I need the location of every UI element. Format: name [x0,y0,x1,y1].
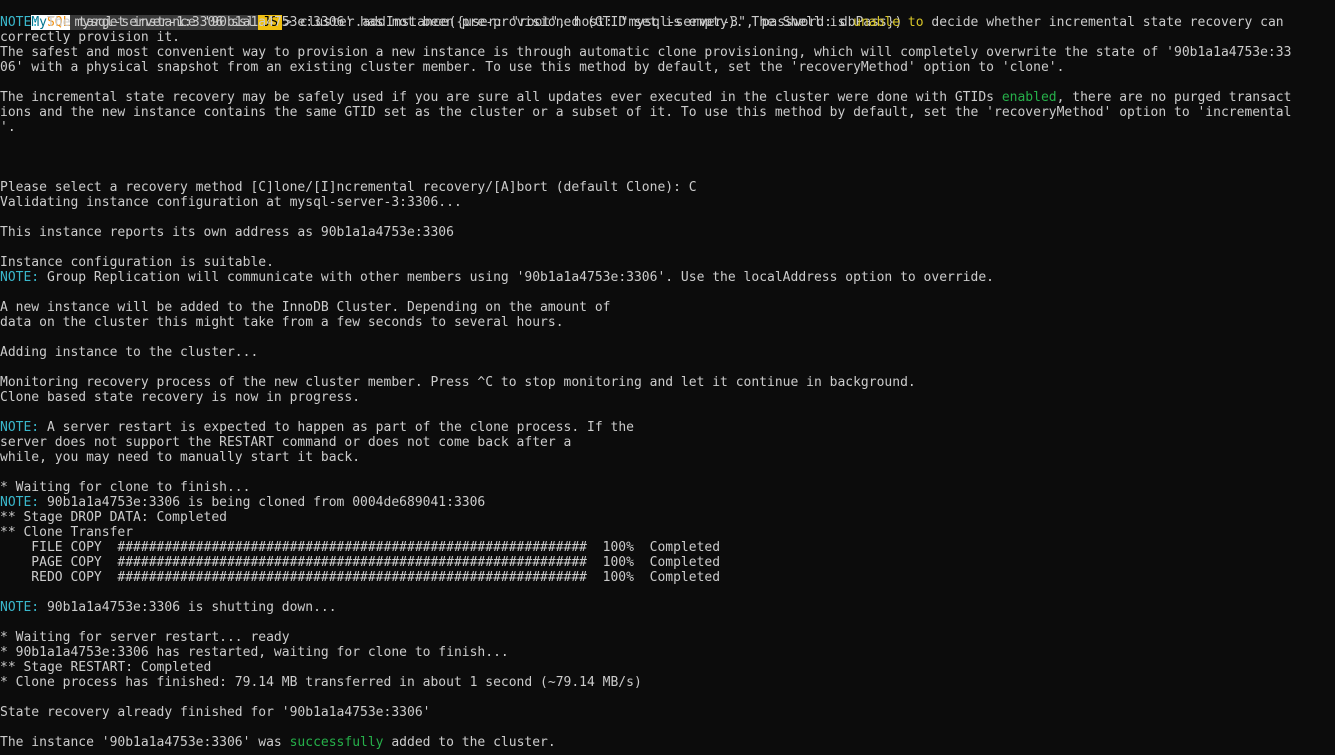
output-text: The instance '90b1a1a4753e:3306' was [0,735,290,750]
output-text: while, you may need to manually start it… [0,450,361,465]
output-text: server does not support the RESTART comm… [0,435,572,450]
output-text: ** Clone Transfer [0,525,134,540]
output-text: A server restart is expected to happen a… [39,420,634,435]
output-line: Adding instance to the cluster... [0,345,258,360]
output-line: FILE COPY ##############################… [0,540,720,555]
output-line: Please select a recovery method [C]lone/… [0,180,697,195]
output-line: while, you may need to manually start it… [0,450,360,465]
output-text: * Clone process has finished: 79.14 MB t… [0,675,642,690]
shell-prompt-line[interactable]: MySQL mysql-server-1:3306 ssl JS > cluster.… [0,0,902,30]
output-line: '. [0,120,16,135]
output-text: decide whether incremental state recover… [923,15,1284,30]
output-text: FILE COPY ##############################… [0,540,721,555]
output-line: * Waiting for server restart... ready [0,630,290,645]
output-line: State recovery already finished for '90b… [0,705,430,720]
output-line: correctly provision it. [0,30,180,45]
output-line: Monitoring recovery process of the new c… [0,375,916,390]
note-label: NOTE: [0,270,40,285]
output-text: ** Stage RESTART: Completed [0,660,212,675]
output-line: NOTE: Group Replication will communicate… [0,270,994,285]
output-text: Adding instance to the cluster... [0,345,259,360]
output-text: 90b1a1a4753e:3306 is shutting down... [39,600,337,615]
output-text: successfully [289,735,384,750]
output-text: ions and the new instance contains the s… [0,105,1292,120]
output-line: PAGE COPY ##############################… [0,555,720,570]
output-text: REDO COPY ##############################… [0,570,721,585]
output-line: This instance reports its own address as… [0,225,454,240]
output-line: * 90b1a1a4753e:3306 has restarted, waiti… [0,645,509,660]
output-text: Validating instance configuration at mys… [0,195,462,210]
output-text: This instance reports its own address as… [0,225,454,240]
output-line: * Clone process has finished: 79.14 MB t… [0,675,642,690]
output-text: enabled [1001,90,1057,105]
output-line: * Waiting for clone to finish... [0,480,250,495]
output-text: The incremental state recovery may be sa… [0,90,1002,105]
output-text: The target instance '90b1a1a4753e:3306' … [39,15,854,30]
output-text: '. [0,120,16,135]
note-label: NOTE: [0,600,40,615]
output-text: State recovery already finished for '90b… [0,705,431,720]
output-text: A new instance will be added to the Inno… [0,300,611,315]
output-line: The instance '90b1a1a4753e:3306' was suc… [0,735,556,750]
output-line: REDO COPY ##############################… [0,570,720,585]
output-line: server does not support the RESTART comm… [0,435,571,450]
output-line: The safest and most convenient way to pr… [0,45,1291,60]
terminal-window[interactable]: MySQL mysql-server-1:3306 ssl JS > cluster.… [0,0,1335,755]
output-text: Monitoring recovery process of the new c… [0,375,916,390]
output-line: Validating instance configuration at mys… [0,195,462,210]
output-text: 06' with a physical snapshot from an exi… [0,60,1065,75]
output-line: Clone based state recovery is now in pro… [0,390,360,405]
output-line: ions and the new instance contains the s… [0,105,1291,120]
output-line: NOTE: A server restart is expected to ha… [0,420,634,435]
output-text: Group Replication will communicate with … [39,270,994,285]
output-text: ** Stage DROP DATA: Completed [0,510,227,525]
output-text: Clone based state recovery is now in pro… [0,390,361,405]
output-text: correctly provision it. [0,30,181,45]
output-line: NOTE: 90b1a1a4753e:3306 is shutting down… [0,600,337,615]
note-label: NOTE: [0,15,40,30]
output-text: data on the cluster this might take from… [0,315,564,330]
output-text: , there are no purged transact [1056,90,1292,105]
output-text: Please select a recovery method [C]lone/… [0,180,697,195]
output-line: ** Stage DROP DATA: Completed [0,510,227,525]
output-text: Instance configuration is suitable. [0,255,274,270]
output-text: added to the cluster. [383,735,556,750]
note-label: NOTE: [0,420,40,435]
output-text: * 90b1a1a4753e:3306 has restarted, waiti… [0,645,509,660]
output-text: unable to [853,15,924,30]
output-text: * Waiting for server restart... ready [0,630,290,645]
output-text: * Waiting for clone to finish... [0,480,251,495]
output-line: NOTE: The target instance '90b1a1a4753e:… [0,15,1284,30]
output-line: NOTE: 90b1a1a4753e:3306 is being cloned … [0,495,485,510]
output-line: Instance configuration is suitable. [0,255,274,270]
output-line: The incremental state recovery may be sa… [0,90,1291,105]
output-line: ** Stage RESTART: Completed [0,660,211,675]
output-line: ** Clone Transfer [0,525,133,540]
output-line: data on the cluster this might take from… [0,315,564,330]
note-label: NOTE: [0,495,40,510]
output-text: PAGE COPY ##############################… [0,555,721,570]
output-text: The safest and most convenient way to pr… [0,45,1292,60]
output-text: 90b1a1a4753e:3306 is being cloned from 0… [39,495,486,510]
output-line: A new instance will be added to the Inno… [0,300,610,315]
output-line: 06' with a physical snapshot from an exi… [0,60,1064,75]
